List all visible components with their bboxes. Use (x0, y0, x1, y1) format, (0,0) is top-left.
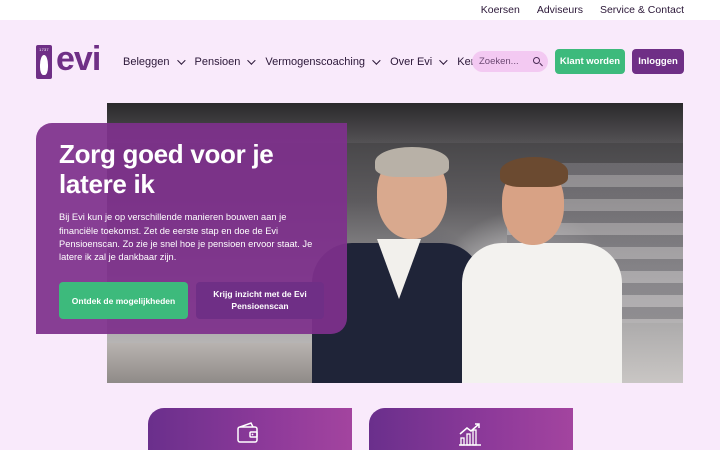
pensioenscan-button[interactable]: Krijg inzicht met de Evi Pensioenscan (196, 282, 324, 319)
logo-emblem: 1737 (36, 45, 52, 79)
hero-description: Bij Evi kun je op verschillende manieren… (59, 212, 313, 262)
nav-item-label: Pensioen (194, 56, 241, 68)
chevron-down-icon (247, 56, 257, 65)
search-input[interactable] (479, 56, 531, 67)
chevron-down-icon (176, 56, 186, 65)
ontdek-mogelijkheden-button[interactable]: Ontdek de mogelijkheden (59, 282, 188, 319)
inloggen-button[interactable]: Inloggen (632, 49, 684, 74)
nav-item-vermogenscoaching[interactable]: Vermogenscoaching (265, 56, 381, 68)
person-older-man-hair (375, 147, 449, 177)
search-box (472, 51, 548, 72)
nav-item-label: Over Evi (390, 56, 433, 68)
growth-chart-icon (459, 423, 481, 446)
person-chef-hair (500, 157, 568, 187)
topbar-link-service-contact[interactable]: Service & Contact (600, 4, 684, 16)
nav-item-beleggen[interactable]: Beleggen (123, 56, 186, 68)
hero-card: Zorg goed voor je latere ik Bij Evi kun … (36, 123, 347, 334)
evi-logo[interactable]: 1737 evi (36, 40, 106, 80)
topbar-link-koersen[interactable]: Koersen (481, 4, 520, 16)
hero-title: Zorg goed voor je latere ik (59, 139, 274, 200)
leaf-icon (40, 55, 48, 75)
feature-card-wallet[interactable] (148, 408, 352, 450)
nav-item-label: Beleggen (123, 56, 170, 68)
nav-item-pensioen[interactable]: Pensioen (194, 56, 257, 68)
chevron-down-icon (372, 56, 381, 65)
nav-item-over-evi[interactable]: Over Evi (390, 56, 448, 68)
nav-item-label: Vermogenscoaching (265, 56, 366, 68)
feature-card-growth[interactable] (369, 408, 573, 450)
top-utility-bar: Koersen Adviseurs Service & Contact (0, 0, 720, 20)
logo-year: 1737 (39, 47, 49, 52)
topbar-link-adviseurs[interactable]: Adviseurs (537, 4, 583, 16)
chevron-down-icon (439, 56, 448, 65)
main-nav: Beleggen Pensioen Vermogenscoaching Over… (123, 52, 503, 72)
wallet-icon (237, 422, 258, 443)
kitchen-counter (107, 343, 327, 383)
klant-worden-button[interactable]: Klant worden (555, 49, 625, 74)
search-icon[interactable] (533, 57, 540, 64)
logo-wordmark: evi (56, 40, 101, 78)
person-chef (462, 243, 622, 383)
